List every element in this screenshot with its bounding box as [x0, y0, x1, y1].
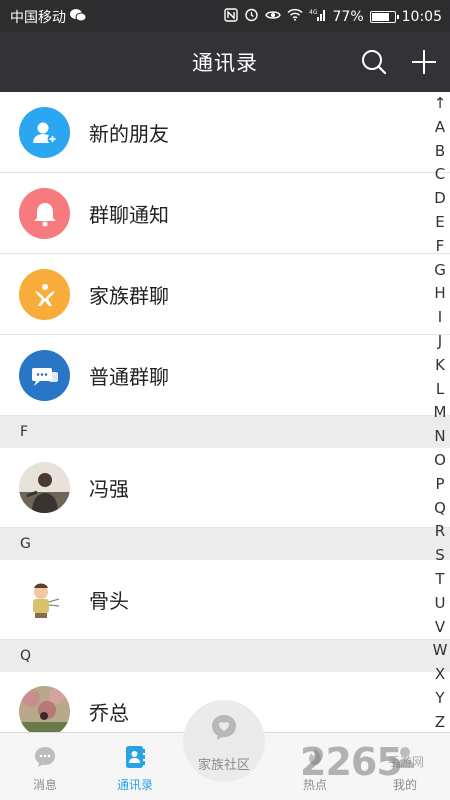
normal-group-item[interactable]: 普通群聊 — [0, 335, 450, 416]
index-letter[interactable]: D — [434, 187, 446, 211]
index-letter[interactable]: ↑ — [434, 92, 447, 116]
svg-text:4G: 4G — [309, 9, 318, 16]
index-letter[interactable]: T — [435, 568, 444, 592]
battery-percent: 77% — [332, 9, 364, 25]
index-letter[interactable]: L — [436, 378, 444, 402]
index-letter[interactable]: F — [436, 235, 445, 259]
clock: 10:05 — [401, 9, 442, 25]
watermark-logo: 2265 — [300, 740, 403, 784]
tab-contacts-label: 通讯录 — [116, 778, 153, 792]
group-notice-item[interactable]: 群聊通知 — [0, 173, 450, 254]
index-letter[interactable]: B — [435, 140, 445, 164]
bell-icon — [33, 202, 56, 226]
status-bar: 中国移动 4G 77% 10:05 — [0, 0, 450, 32]
normal-group-label: 普通群聊 — [89, 364, 169, 389]
tab-messages-label: 消息 — [32, 778, 57, 792]
family-group-label: 家族群聊 — [89, 283, 169, 308]
index-letter[interactable]: G — [434, 259, 446, 283]
battery-level — [371, 13, 389, 21]
avatar — [19, 574, 70, 625]
tab-messages[interactable]: 消息 — [0, 733, 90, 800]
group-notice-label: 群聊通知 — [89, 202, 169, 227]
tab-contacts[interactable]: 通讯录 — [90, 733, 180, 800]
tab-family-community-label: 家族社区 — [197, 758, 250, 773]
watermark-sub: 手游网 — [388, 755, 425, 769]
index-letter[interactable]: Q — [434, 497, 446, 521]
family-group-item[interactable]: 家族群聊 — [0, 254, 450, 335]
index-letter[interactable]: E — [435, 211, 444, 235]
alarm-icon — [244, 7, 259, 27]
index-letter[interactable]: W — [433, 639, 448, 663]
index-letter[interactable]: M — [434, 401, 447, 425]
heart-bubble-icon — [212, 715, 236, 740]
nfc-icon — [223, 7, 238, 27]
eye-icon — [264, 9, 281, 26]
index-letter[interactable]: O — [434, 449, 446, 473]
message-icon — [35, 747, 55, 767]
contact-row[interactable]: 冯强 — [0, 448, 450, 528]
app-header: 通讯录 — [0, 32, 450, 92]
family-group-avatar — [19, 269, 70, 320]
section-header-f: F — [0, 416, 450, 448]
index-letter[interactable]: N — [434, 425, 445, 449]
index-letter[interactable]: U — [435, 592, 446, 616]
section-header-g: G — [0, 528, 450, 560]
contacts-icon — [126, 746, 145, 768]
chat-bubbles-icon — [31, 367, 58, 386]
status-right: 4G 77% 10:05 — [223, 7, 442, 27]
index-letter[interactable]: R — [435, 520, 445, 544]
contact-name: 冯强 — [89, 477, 129, 501]
search-button[interactable] — [356, 44, 392, 80]
index-letter[interactable]: S — [435, 544, 445, 568]
contact-name: 骨头 — [89, 589, 129, 613]
index-letter[interactable]: I — [438, 306, 442, 330]
index-letter[interactable]: P — [435, 473, 444, 497]
group-notice-avatar — [19, 188, 70, 239]
add-user-icon — [32, 122, 57, 144]
contacts-list: 新的朋友 群聊通知 家族群聊 普通群聊 F 冯强 G 骨头 Q 乔总 — [0, 92, 450, 732]
add-button[interactable] — [406, 44, 442, 80]
alphabet-index[interactable]: ↑ A B C D E F G H I J K L M N O P Q R S T U V W X Y Z — [430, 92, 450, 737]
index-letter[interactable]: A — [435, 116, 445, 140]
normal-group-avatar — [19, 350, 70, 401]
battery-icon — [369, 11, 399, 23]
wifi-icon — [286, 8, 303, 26]
family-icon — [34, 283, 55, 306]
carrier-name: 中国移动 — [10, 10, 66, 26]
status-left: 中国移动 — [10, 7, 87, 27]
index-letter[interactable]: Z — [435, 711, 445, 735]
new-friends-avatar — [19, 107, 70, 158]
wechat-icon — [70, 8, 87, 27]
avatar — [19, 462, 70, 513]
avatar — [19, 686, 70, 732]
new-friends-label: 新的朋友 — [89, 121, 169, 146]
plus-icon — [412, 50, 436, 74]
signal-icon: 4G — [309, 8, 327, 27]
search-icon — [362, 50, 387, 75]
contact-name: 乔总 — [89, 701, 129, 725]
new-friends-item[interactable]: 新的朋友 — [0, 92, 450, 173]
index-letter[interactable]: Y — [435, 687, 444, 711]
index-letter[interactable]: J — [438, 330, 442, 354]
index-letter[interactable]: X — [435, 663, 445, 687]
tab-family-community[interactable]: 家族社区 — [183, 700, 265, 782]
index-letter[interactable]: V — [435, 616, 445, 640]
contact-row[interactable]: 骨头 — [0, 560, 450, 640]
index-letter[interactable]: H — [434, 282, 445, 306]
section-header-q: Q — [0, 640, 450, 672]
index-letter[interactable]: C — [435, 163, 445, 187]
index-letter[interactable]: K — [435, 354, 445, 378]
